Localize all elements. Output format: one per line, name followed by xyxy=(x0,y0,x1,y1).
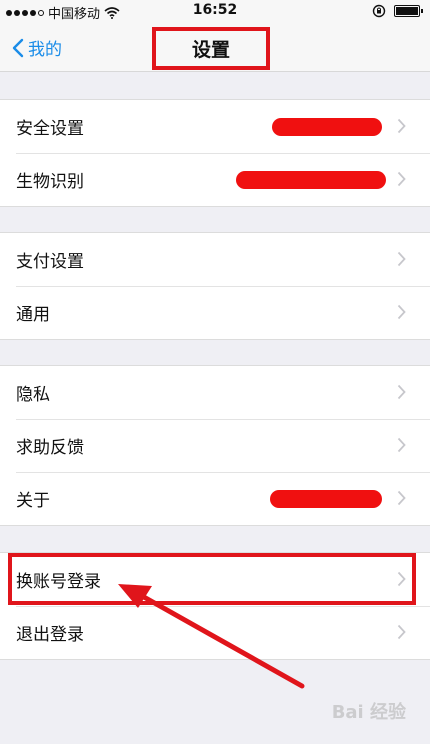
watermark: Bai 经验 xyxy=(331,702,406,723)
annotation-arrow-icon xyxy=(118,584,305,689)
